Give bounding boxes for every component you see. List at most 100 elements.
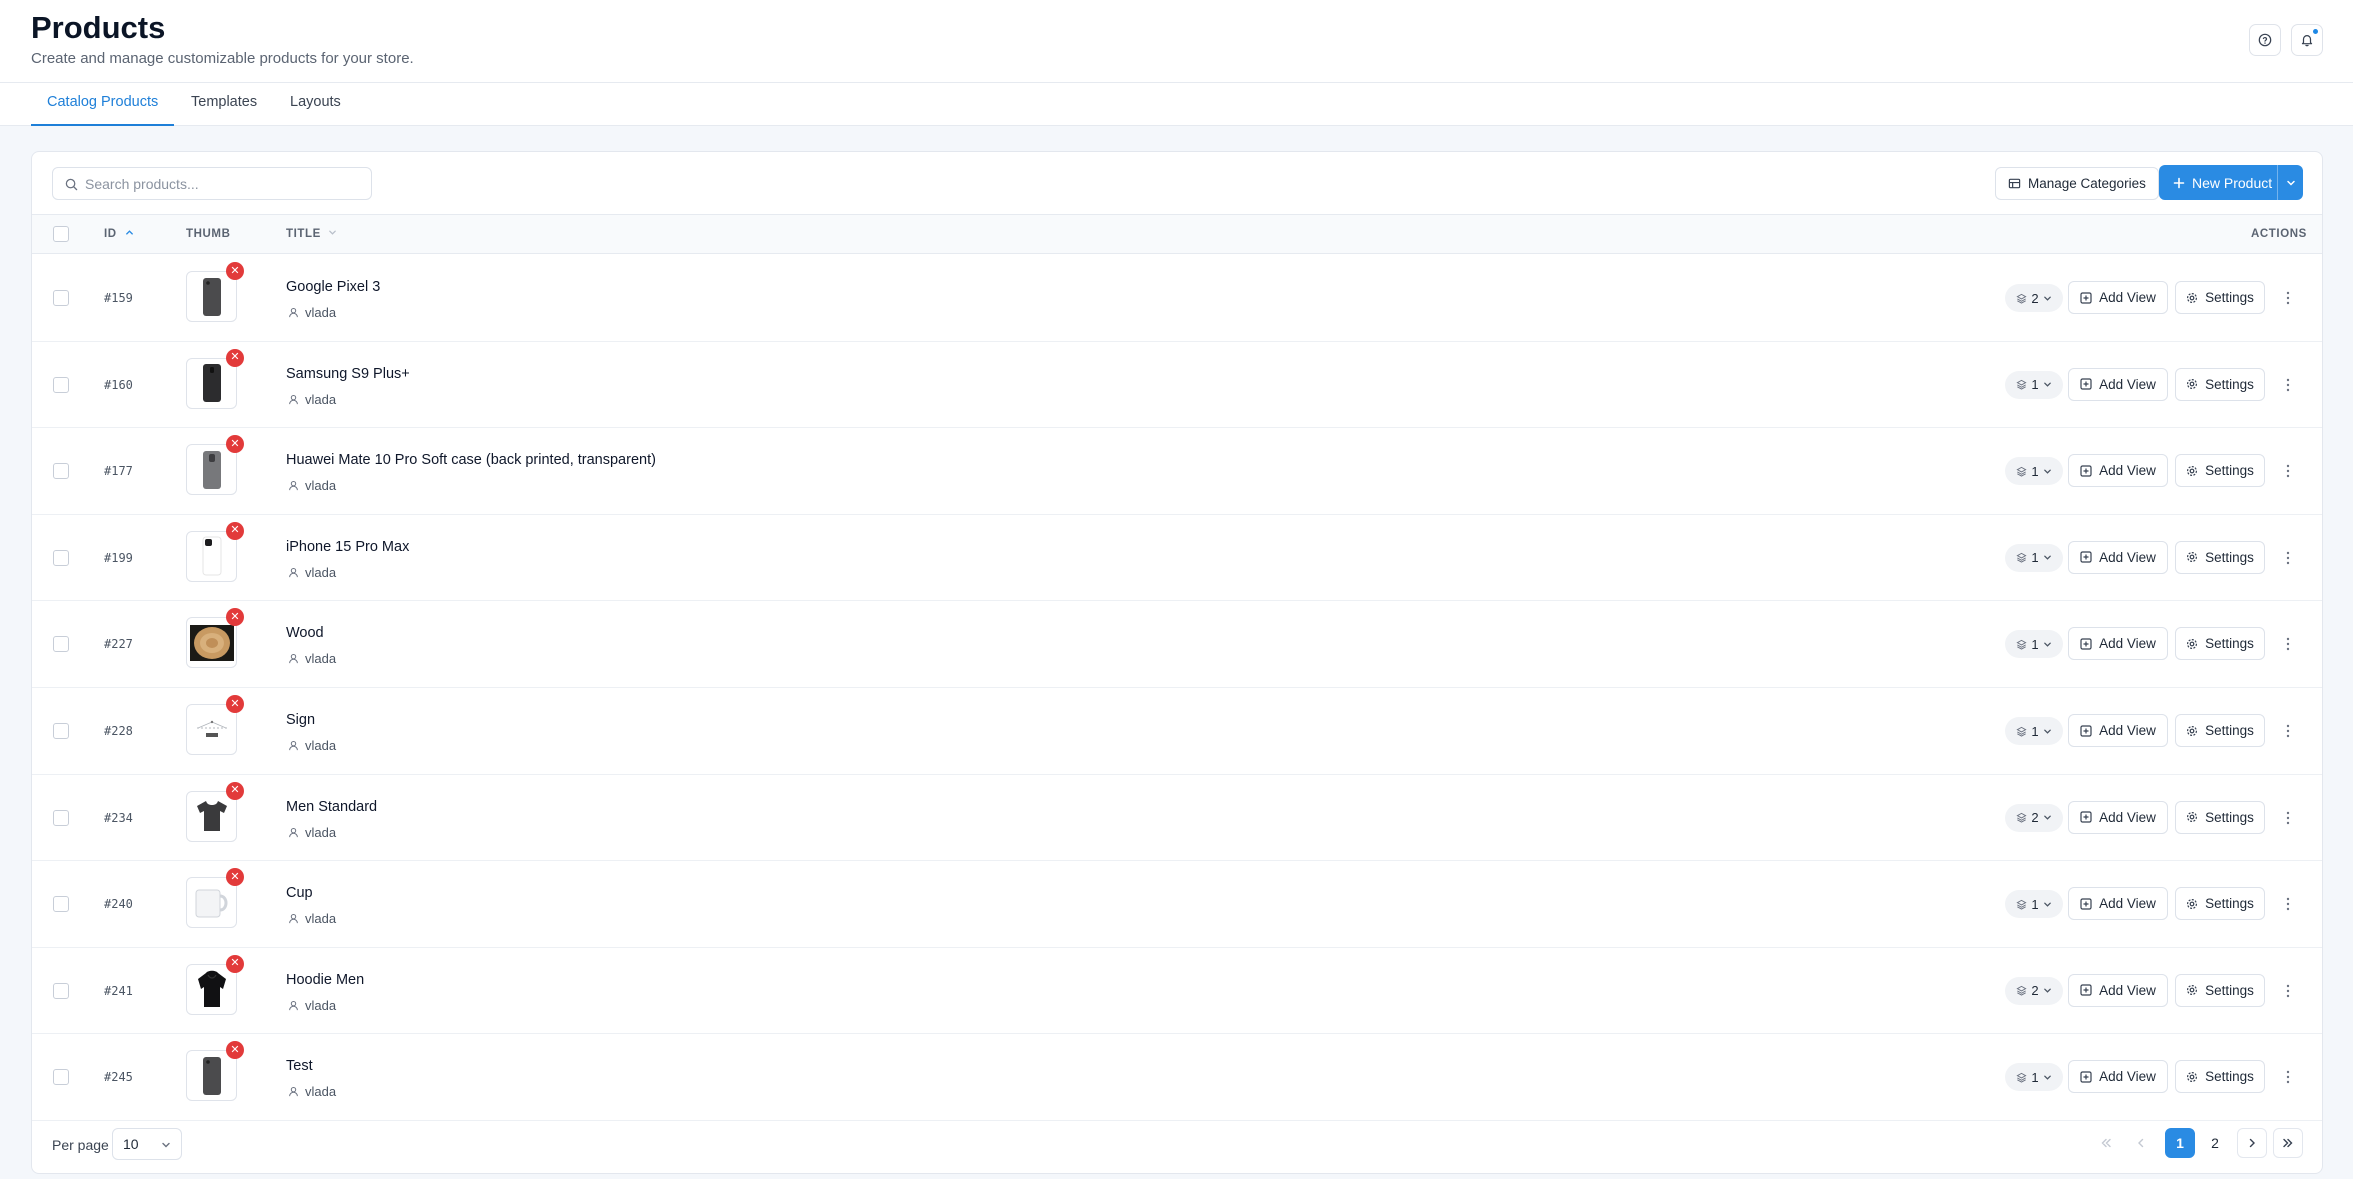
- row-checkbox[interactable]: [53, 723, 69, 739]
- settings-button[interactable]: Settings: [2175, 627, 2265, 661]
- select-all-checkbox[interactable]: [53, 226, 69, 242]
- remove-thumbnail-button[interactable]: ✕: [226, 954, 244, 973]
- settings-button[interactable]: Settings: [2175, 367, 2265, 401]
- views-dropdown[interactable]: 1: [2005, 630, 2063, 659]
- first-page-button[interactable]: [2091, 1128, 2121, 1158]
- settings-button[interactable]: Settings: [2175, 800, 2265, 834]
- row-checkbox[interactable]: [53, 1069, 69, 1086]
- views-dropdown[interactable]: 1: [2005, 717, 2063, 745]
- settings-button[interactable]: Settings: [2175, 540, 2265, 574]
- product-thumbnail[interactable]: [186, 617, 237, 669]
- row-checkbox[interactable]: [53, 376, 69, 393]
- search-input[interactable]: [85, 168, 365, 199]
- settings-button[interactable]: Settings: [2175, 887, 2265, 921]
- settings-button[interactable]: Settings: [2175, 281, 2265, 314]
- row-menu-button[interactable]: [2278, 460, 2298, 482]
- column-title-header[interactable]: TITLE: [286, 215, 337, 253]
- product-thumbnail[interactable]: [186, 877, 237, 929]
- product-title[interactable]: Wood: [286, 625, 324, 641]
- add-view-button[interactable]: Add View: [2068, 540, 2168, 574]
- product-title[interactable]: Sign: [286, 712, 315, 728]
- views-dropdown[interactable]: 1: [2005, 890, 2063, 919]
- remove-thumbnail-button[interactable]: ✕: [226, 435, 244, 454]
- product-title[interactable]: Hoodie Men: [286, 972, 364, 988]
- row-checkbox[interactable]: [53, 636, 69, 653]
- remove-thumbnail-button[interactable]: ✕: [226, 868, 244, 887]
- row-checkbox[interactable]: [53, 896, 69, 913]
- settings-button[interactable]: Settings: [2175, 1060, 2265, 1094]
- settings-button[interactable]: Settings: [2175, 973, 2265, 1007]
- remove-thumbnail-button[interactable]: ✕: [226, 608, 244, 627]
- settings-button[interactable]: Settings: [2175, 714, 2265, 747]
- row-menu-button[interactable]: [2278, 547, 2298, 569]
- manage-categories-button[interactable]: Manage Categories: [1995, 167, 2159, 200]
- views-dropdown[interactable]: 1: [2005, 370, 2063, 399]
- add-view-button[interactable]: Add View: [2068, 973, 2168, 1007]
- product-owner: vlada: [288, 911, 336, 926]
- product-title[interactable]: Google Pixel 3: [286, 279, 380, 295]
- row-menu-button[interactable]: [2278, 287, 2298, 309]
- settings-button[interactable]: Settings: [2175, 454, 2265, 488]
- views-dropdown[interactable]: 2: [2005, 976, 2063, 1005]
- views-dropdown[interactable]: 1: [2005, 543, 2063, 572]
- chevron-down-icon: [2043, 642, 2051, 647]
- table-row: #241 ✕ Hoodie Men vlada 2 Add View Settings: [32, 948, 2322, 1035]
- add-view-button[interactable]: Add View: [2068, 887, 2168, 921]
- remove-thumbnail-button[interactable]: ✕: [226, 521, 244, 540]
- product-thumbnail[interactable]: [186, 444, 237, 496]
- product-title[interactable]: Men Standard: [286, 799, 377, 815]
- views-dropdown[interactable]: 2: [2005, 803, 2063, 832]
- add-view-button[interactable]: Add View: [2068, 367, 2168, 401]
- row-checkbox[interactable]: [53, 982, 69, 999]
- tab-layouts[interactable]: Layouts: [274, 83, 357, 126]
- help-button[interactable]: [2249, 24, 2281, 56]
- remove-thumbnail-button[interactable]: ✕: [226, 695, 244, 713]
- column-id-header[interactable]: ID: [104, 215, 134, 253]
- row-menu-button[interactable]: [2278, 374, 2298, 396]
- product-thumbnail[interactable]: [186, 1050, 237, 1102]
- add-view-button[interactable]: Add View: [2068, 1060, 2168, 1094]
- row-checkbox[interactable]: [53, 290, 69, 306]
- row-menu-button[interactable]: [2278, 633, 2298, 655]
- remove-thumbnail-button[interactable]: ✕: [226, 781, 244, 800]
- page-1-button[interactable]: 1: [2165, 1128, 2195, 1158]
- remove-thumbnail-button[interactable]: ✕: [226, 262, 244, 280]
- product-title[interactable]: iPhone 15 Pro Max: [286, 539, 409, 555]
- add-view-button[interactable]: Add View: [2068, 714, 2168, 747]
- row-checkbox[interactable]: [53, 549, 69, 566]
- notifications-button[interactable]: [2291, 24, 2323, 56]
- product-title[interactable]: Samsung S9 Plus+: [286, 366, 410, 382]
- last-page-button[interactable]: [2273, 1128, 2303, 1158]
- user-icon: [289, 1000, 298, 1010]
- add-view-button[interactable]: Add View: [2068, 454, 2168, 488]
- row-menu-button[interactable]: [2278, 980, 2298, 1002]
- row-menu-button[interactable]: [2278, 720, 2298, 742]
- per-page-select[interactable]: 10: [112, 1128, 182, 1160]
- new-product-main[interactable]: New Product: [2159, 165, 2277, 200]
- row-menu-button[interactable]: [2278, 807, 2298, 829]
- row-checkbox[interactable]: [53, 809, 69, 826]
- add-view-button[interactable]: Add View: [2068, 627, 2168, 661]
- add-view-button[interactable]: Add View: [2068, 800, 2168, 834]
- new-product-button[interactable]: New Product: [2159, 165, 2303, 200]
- views-dropdown[interactable]: 1: [2005, 1063, 2063, 1092]
- product-title[interactable]: Test: [286, 1058, 313, 1074]
- tab-catalog-products[interactable]: Catalog Products: [31, 83, 175, 126]
- next-page-button[interactable]: [2237, 1128, 2267, 1158]
- new-product-dropdown[interactable]: [2277, 165, 2303, 200]
- remove-thumbnail-button[interactable]: ✕: [226, 348, 244, 367]
- tab-templates[interactable]: Templates: [175, 83, 273, 126]
- add-view-button[interactable]: Add View: [2068, 281, 2168, 314]
- row-menu-button[interactable]: [2278, 1066, 2298, 1088]
- product-title[interactable]: Cup: [286, 885, 313, 901]
- views-dropdown[interactable]: 1: [2005, 457, 2063, 486]
- page-2-button[interactable]: 2: [2200, 1128, 2230, 1158]
- views-dropdown[interactable]: 2: [2005, 284, 2063, 312]
- row-menu-button[interactable]: [2278, 893, 2298, 915]
- row-checkbox[interactable]: [53, 463, 69, 480]
- remove-thumbnail-button[interactable]: ✕: [226, 1041, 244, 1060]
- prev-page-button[interactable]: [2126, 1128, 2156, 1158]
- product-title[interactable]: Huawei Mate 10 Pro Soft case (back print…: [286, 452, 656, 468]
- plus-icon: [2173, 177, 2185, 188]
- tab-bar: Catalog Products Templates Layouts: [0, 83, 2353, 126]
